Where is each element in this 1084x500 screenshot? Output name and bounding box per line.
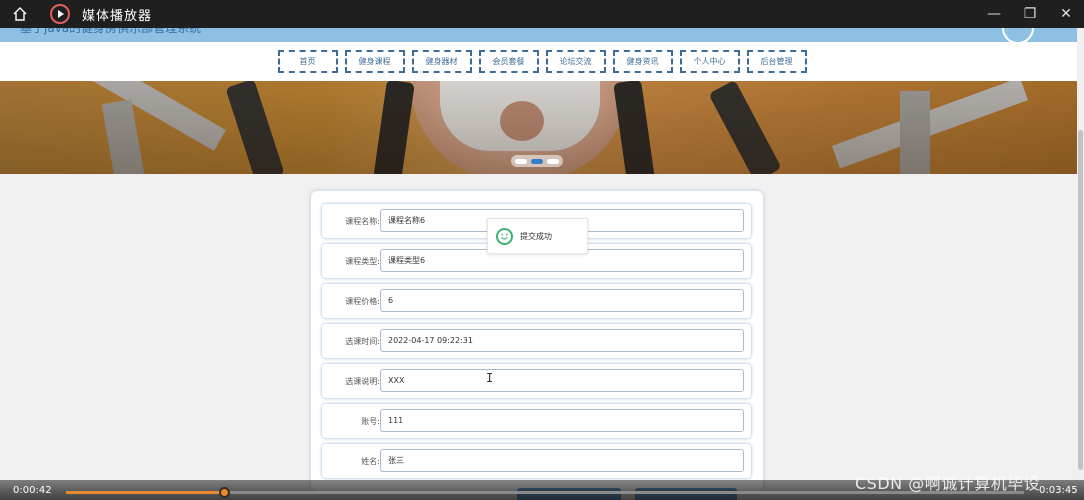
close-button[interactable]: ✕ [1048,0,1084,28]
nav-item-forum[interactable]: 论坛交流 [545,50,606,73]
select-time-field[interactable]: 2022-04-17 09:22:31 [380,329,744,352]
field-label: 课程名称: [345,216,380,226]
form-row-description: 选课说明: XXX [322,364,751,398]
field-label: 姓名: [361,456,380,466]
scrollbar-thumb[interactable] [1078,130,1083,470]
seek-handle[interactable] [219,487,231,498]
nav-item-home[interactable]: 首页 [277,50,338,73]
form-row-select-time: 选课时间: 2022-04-17 09:22:31 [322,324,751,358]
description-field[interactable]: XXX [380,369,744,392]
window-title: 媒体播放器 [82,8,153,24]
title-bar: 媒体播放器 — ❐ ✕ [0,0,1084,28]
nav-item-news[interactable]: 健身资讯 [612,50,673,73]
home-icon [13,7,27,21]
close-icon: ✕ [1060,6,1072,22]
form-row-account: 账号: 111 [322,404,751,438]
carousel-dot-active[interactable] [531,158,543,164]
nav-item-profile[interactable]: 个人中心 [679,50,740,73]
text-cursor-icon: I [486,371,494,385]
account-field[interactable]: 111 [380,409,744,432]
carousel-indicators [511,155,563,167]
total-time: 0:03:45 [1039,485,1078,496]
restore-button[interactable]: ❐ [1012,0,1048,28]
nav-item-courses[interactable]: 健身课程 [344,50,405,73]
nav-item-membership[interactable]: 会员套餐 [478,50,539,73]
home-button[interactable] [0,0,40,28]
toast-message: 提交成功 [520,231,552,241]
form-row-name: 姓名: 张三 [322,444,751,478]
watermark: CSDN @啊诚计算机毕设 [855,474,1041,493]
play-icon [50,4,70,24]
field-label: 课程价格: [345,296,380,306]
seek-progress [66,491,226,494]
carousel-dot[interactable] [547,158,559,164]
form-row-course-price: 课程价格: 6 [322,284,751,318]
carousel-dot[interactable] [515,158,527,164]
name-field[interactable]: 张三 [380,449,744,472]
minimize-button[interactable]: — [976,0,1012,28]
minimize-icon: — [987,6,1001,22]
current-time: 0:00:42 [13,485,52,496]
restore-icon: ❐ [1023,6,1037,22]
success-toast: 提交成功 [487,218,588,254]
field-label: 课程类型: [345,256,380,266]
field-label: 选课说明: [345,376,380,386]
field-label: 账号: [361,416,380,426]
main-nav: 首页 健身课程 健身器材 会员套餐 论坛交流 健身资讯 个人中心 后台管理 [0,42,1084,81]
field-label: 选课时间: [345,336,380,346]
nav-item-admin[interactable]: 后台管理 [746,50,807,73]
course-price-field[interactable]: 6 [380,289,744,312]
nav-item-equipment[interactable]: 健身器材 [411,50,472,73]
smile-icon [496,227,513,245]
